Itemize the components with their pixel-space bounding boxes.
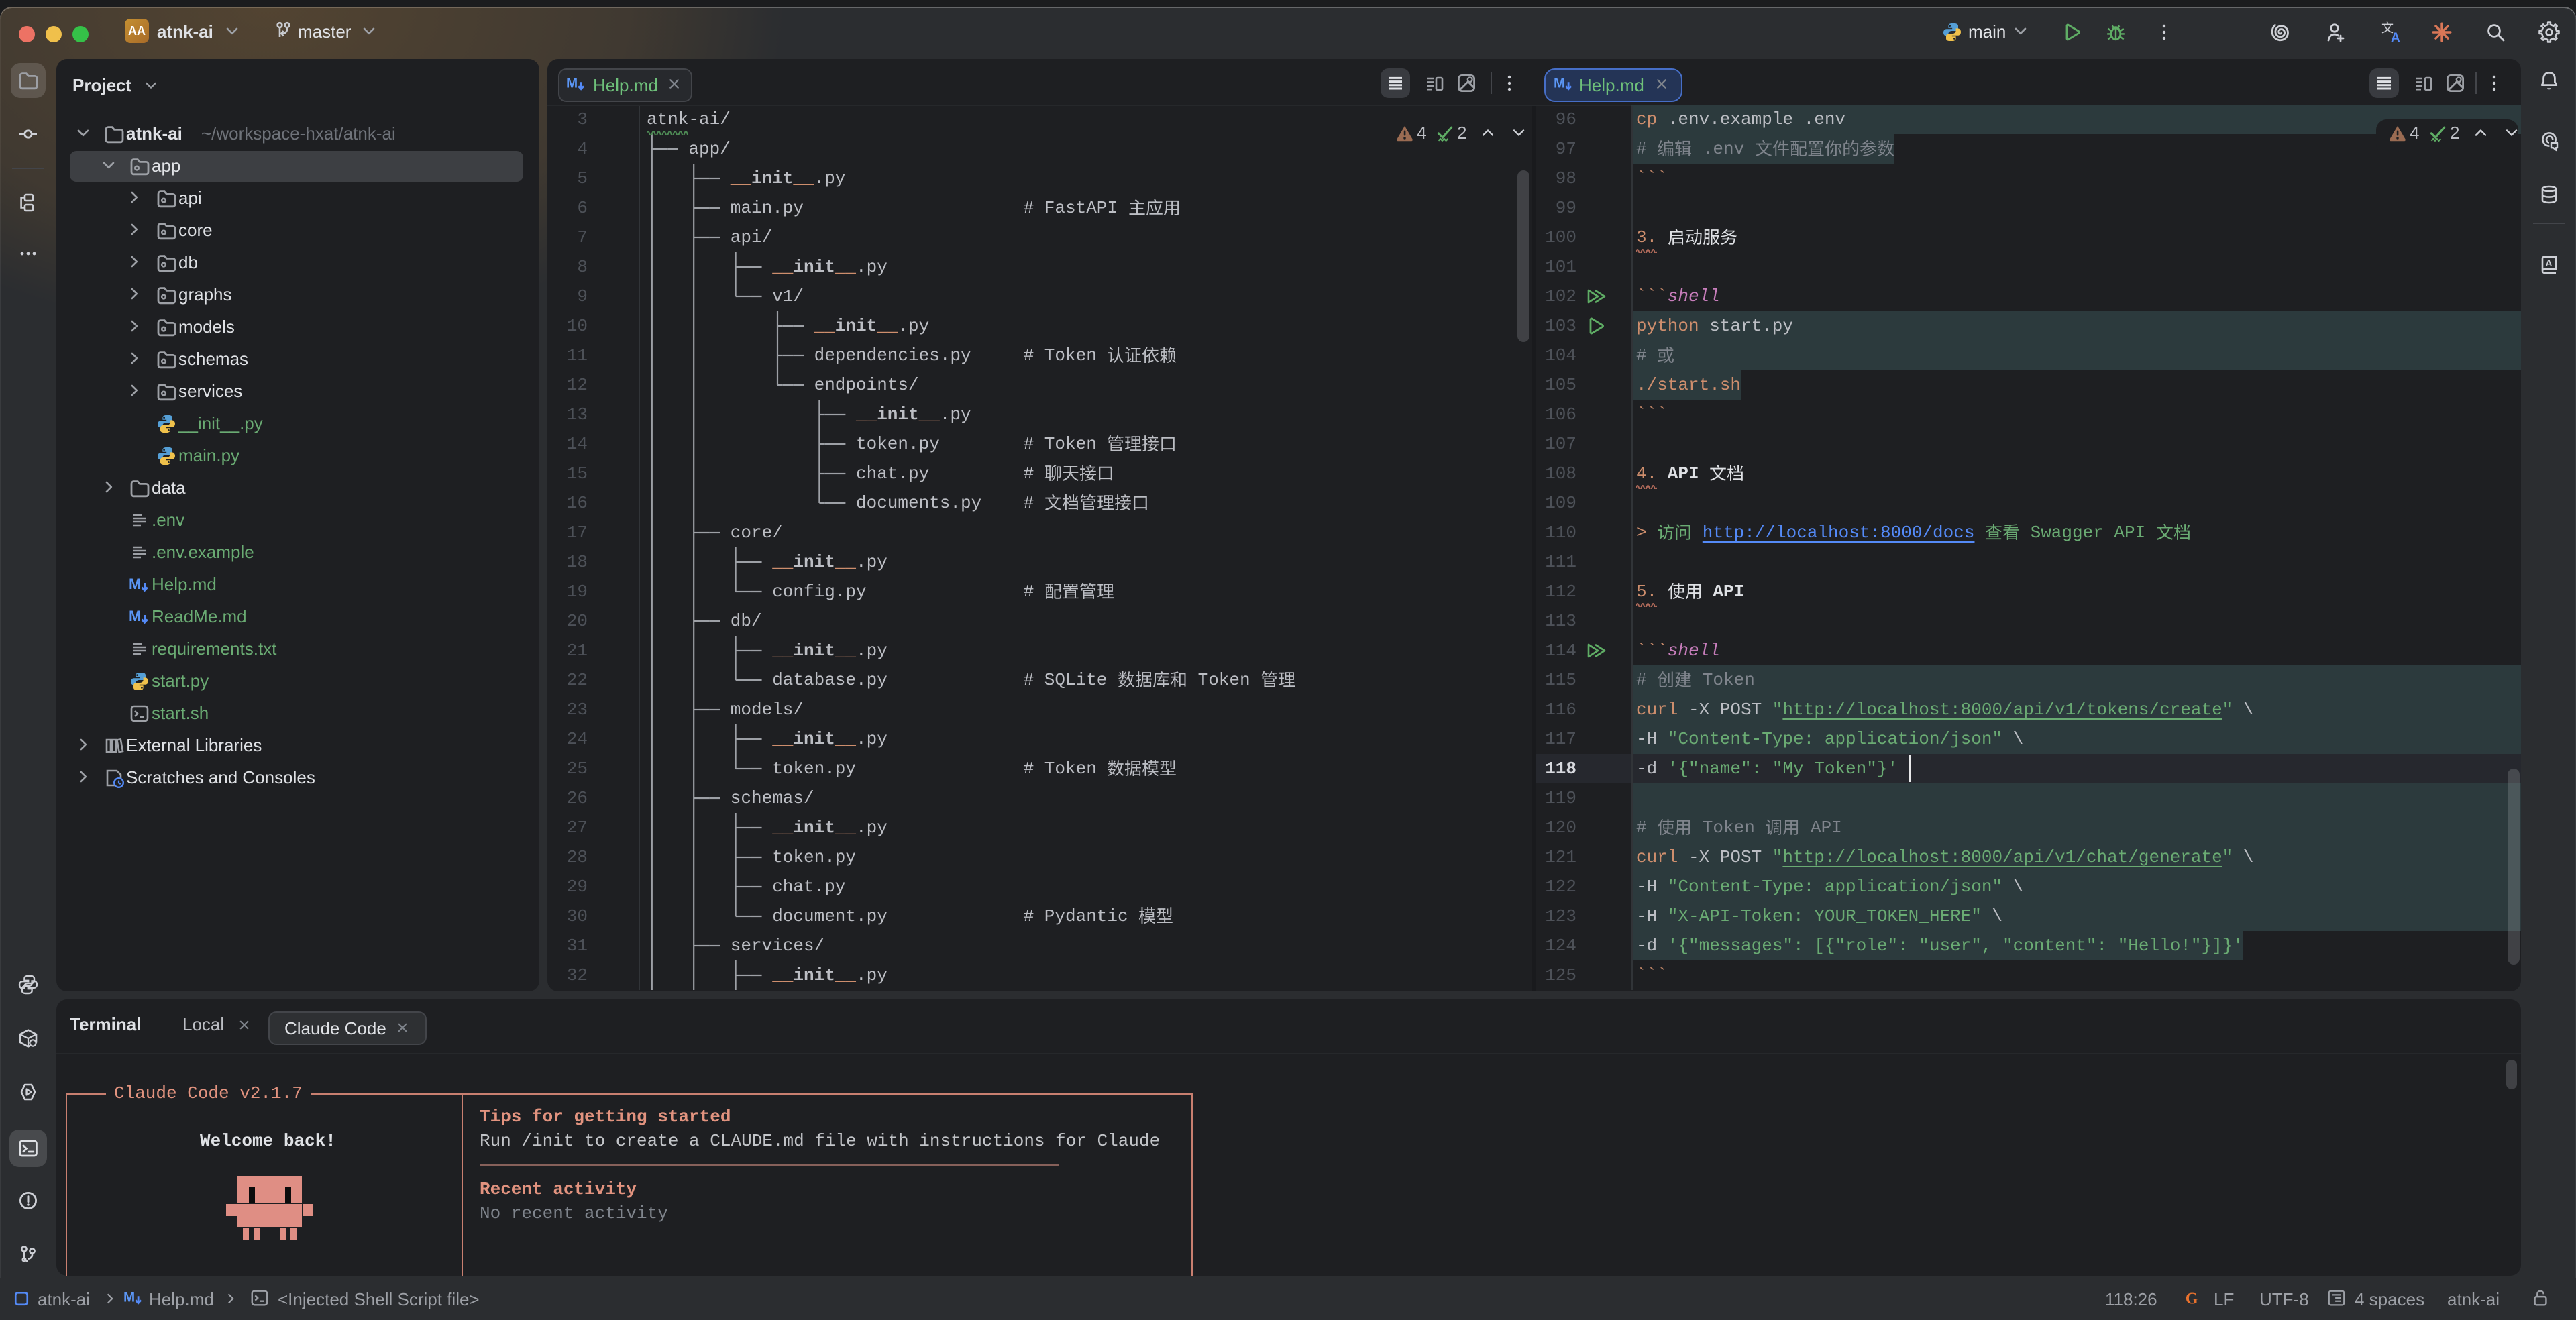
svg-text:M: M (129, 608, 141, 624)
svg-text:G: G (2186, 1289, 2198, 1307)
svg-text:A: A (2391, 31, 2400, 43)
svg-text:A: A (2545, 258, 2552, 268)
svg-text:M: M (1554, 76, 1565, 91)
svg-text:M: M (129, 575, 141, 592)
svg-text:M: M (123, 1290, 135, 1305)
svg-text:M: M (566, 76, 578, 91)
